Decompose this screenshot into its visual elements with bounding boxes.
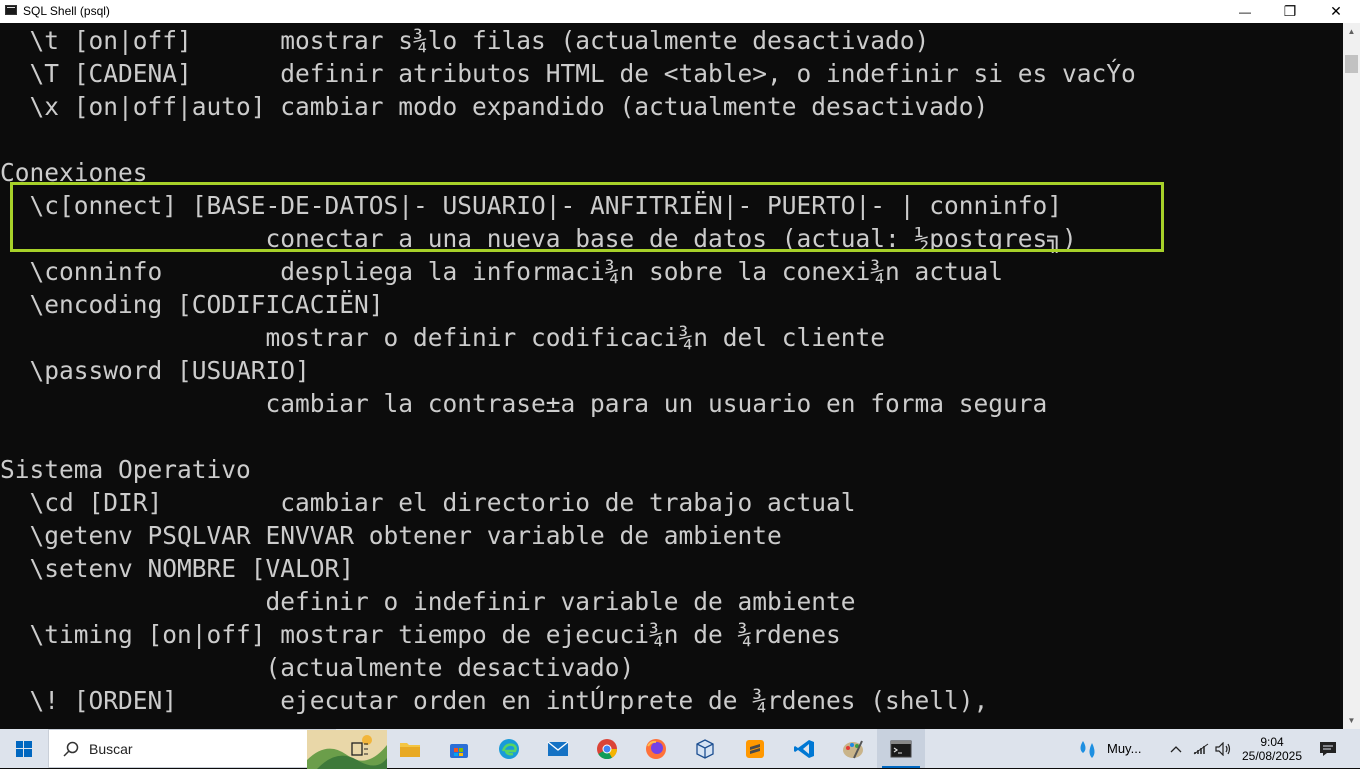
terminal-icon[interactable] [877, 729, 925, 768]
terminal-line: (actualmente desactivado) [0, 653, 635, 682]
terminal-line: \conninfo despliega la informaci¾n sobre… [0, 257, 1004, 286]
terminal-line: definir o indefinir variable de ambiente [0, 587, 856, 616]
weather-widget[interactable]: Muy... [1075, 729, 1155, 768]
terminal-line: \! [ORDEN] ejecutar orden en intÚrprete … [0, 686, 989, 715]
maximize-button[interactable]: ❐ [1267, 0, 1313, 23]
terminal-line: \T [CADENA] definir atributos HTML de <t… [0, 59, 1136, 88]
taskbar: Buscar Muy... 9:04 25/08/2025 [0, 729, 1360, 769]
terminal-line: mostrar o definir codificaci¾n del clien… [0, 323, 886, 352]
terminal-line: \encoding [CODIFICACIËN] [0, 290, 384, 319]
weather-text: Muy... [1107, 741, 1142, 756]
volume-icon[interactable] [1213, 729, 1233, 768]
close-button[interactable]: ✕ [1313, 0, 1359, 23]
clock[interactable]: 9:04 25/08/2025 [1240, 729, 1304, 768]
vertical-scrollbar[interactable]: ▲ ▼ [1343, 23, 1360, 729]
taskbar-search-box[interactable]: Buscar [48, 729, 387, 769]
windows-logo-icon [16, 740, 32, 757]
search-icon [63, 741, 79, 757]
microsoft-store-icon[interactable] [444, 729, 474, 768]
paint-icon[interactable] [838, 729, 868, 768]
clock-date: 25/08/2025 [1241, 748, 1303, 763]
virtualbox-icon[interactable] [690, 729, 720, 768]
window-title: SQL Shell (psql) [23, 4, 110, 18]
clock-time: 9:04 [1260, 734, 1284, 749]
terminal-line: \getenv PSQLVAR ENVVAR obtener variable … [0, 521, 782, 550]
connect-highlight-box [10, 182, 1164, 252]
terminal-line: \timing [on|off] mostrar tiempo de ejecu… [0, 620, 841, 649]
rain-drops-icon [1080, 740, 1095, 758]
terminal-line: \t [on|off] mostrar s¾lo filas (actualme… [0, 26, 930, 55]
chrome-icon[interactable] [592, 729, 622, 768]
terminal-line: cambiar la contrase±a para un usuario en… [0, 389, 1048, 418]
task-view-icon[interactable] [345, 729, 375, 768]
terminal-line: \setenv NOMBRE [VALOR] [0, 554, 355, 583]
sublime-text-icon[interactable] [740, 729, 770, 768]
title-bar: SQL Shell (psql) — ❐ ✕ [0, 0, 1360, 23]
terminal-line: \password [USUARIO] [0, 356, 310, 385]
scrollbar-thumb[interactable] [1345, 55, 1358, 73]
terminal-line: \x [on|off|auto] cambiar modo expandido … [0, 92, 989, 121]
wifi-icon[interactable] [1192, 729, 1210, 768]
edge-icon[interactable] [494, 729, 524, 768]
mail-icon[interactable] [543, 729, 573, 768]
start-button[interactable] [0, 729, 48, 768]
search-label: Buscar [89, 740, 133, 757]
notifications-icon[interactable] [1314, 729, 1342, 768]
vscode-icon[interactable] [789, 729, 819, 768]
terminal-app-icon [5, 5, 17, 15]
scroll-up-arrow-icon[interactable]: ▲ [1343, 23, 1360, 40]
section-heading-sistema-operativo: Sistema Operativo [0, 455, 251, 484]
scroll-down-arrow-icon[interactable]: ▼ [1343, 712, 1360, 729]
terminal-line: \cd [DIR] cambiar el directorio de traba… [0, 488, 856, 517]
firefox-icon[interactable] [641, 729, 671, 768]
minimize-button[interactable]: — [1222, 0, 1268, 23]
terminal-output[interactable]: \t [on|off] mostrar s¾lo filas (actualme… [0, 23, 1343, 729]
chevron-up-icon[interactable] [1168, 729, 1184, 768]
file-explorer-icon[interactable] [395, 729, 425, 768]
